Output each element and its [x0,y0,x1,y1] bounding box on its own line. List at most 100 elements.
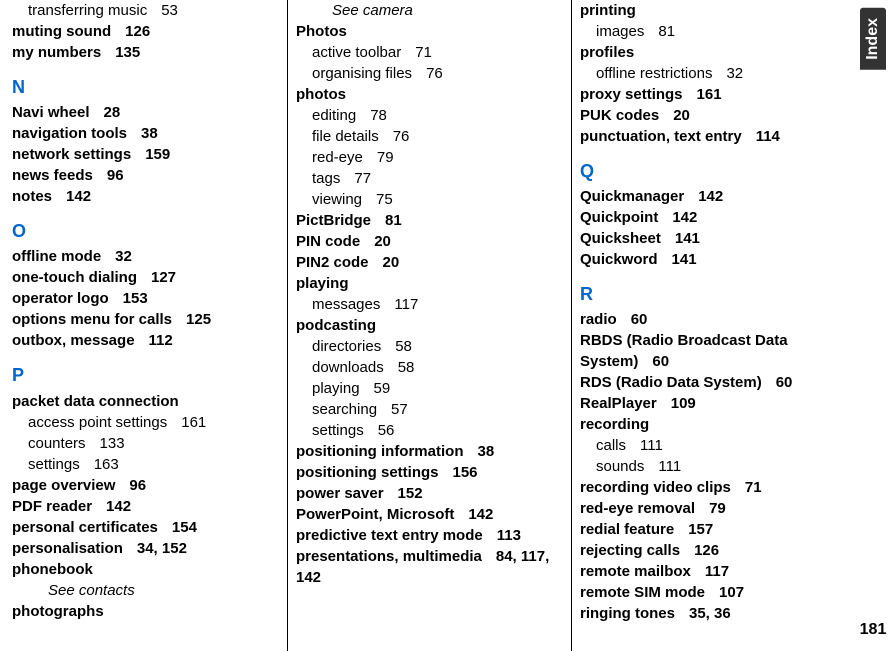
index-entry: photos [296,84,563,105]
index-entry: page overview96 [12,475,279,496]
entry-pages: 38 [127,125,158,142]
entry-text: sounds [596,458,644,475]
index-entry: my numbers135 [12,42,279,63]
index-entry: RDS (Radio Data System)60 [580,372,847,393]
entry-pages: 58 [384,359,415,376]
entry-pages: 81 [644,23,675,40]
entry-text: presentations, multimedia [296,548,482,565]
entry-pages: 133 [86,435,125,452]
entry-pages: 20 [369,254,400,271]
entry-text: searching [312,401,377,418]
entry-text: file details [312,128,379,145]
entry-text: network settings [12,146,131,163]
entry-pages: 20 [659,107,690,124]
entry-pages: 77 [340,170,371,187]
entry-text: predictive text entry mode [296,527,483,544]
entry-pages: 113 [483,527,521,544]
index-entry: file details76 [296,126,563,147]
entry-pages: 161 [683,86,722,103]
index-entry: profiles [580,42,847,63]
index-entry: organising files76 [296,63,563,84]
entry-text: packet data connection [12,393,179,410]
entry-text: editing [312,107,356,124]
entry-text: Quickpoint [580,209,658,226]
entry-text: ringing tones [580,605,675,622]
index-entry: PUK codes20 [580,105,847,126]
section-letter-Q: Q [580,159,847,184]
entry-text: photographs [12,603,104,620]
entry-text: notes [12,188,52,205]
index-entry: sounds111 [580,456,847,477]
entry-text: offline restrictions [596,65,712,82]
column-1: transferring music53 muting sound126 my … [4,0,288,651]
entry-text: PDF reader [12,498,92,515]
index-entry: settings56 [296,420,563,441]
index-entry: active toolbar71 [296,42,563,63]
entry-text: Photos [296,23,347,40]
index-entry: PIN code20 [296,231,563,252]
index-entry: viewing75 [296,189,563,210]
entry-text: recording video clips [580,479,731,496]
entry-pages: 135 [101,44,140,61]
index-entry: notes142 [12,186,279,207]
entry-pages: 125 [172,311,211,328]
entry-text: recording [580,416,649,433]
index-entry: outbox, message112 [12,330,279,351]
index-entry: photographs [12,601,279,622]
entry-text: access point settings [28,414,167,431]
entry-text: offline mode [12,248,101,265]
entry-text: PictBridge [296,212,371,229]
entry-text: positioning settings [296,464,439,481]
entry-pages: 79 [695,500,726,517]
entry-text: messages [312,296,380,313]
entry-text: tags [312,170,340,187]
sidebar: Index 181 [855,0,891,651]
index-entry: Quickword141 [580,249,847,270]
entry-pages: 109 [657,395,696,412]
entry-text: podcasting [296,317,376,334]
entry-pages: 142 [684,188,723,205]
index-entry: positioning information38 [296,441,563,462]
entry-pages: 32 [712,65,743,82]
entry-pages: 78 [356,107,387,124]
entry-pages: 112 [135,332,173,349]
index-entry: red-eye79 [296,147,563,168]
index-entry: recording [580,414,847,435]
entry-pages: 76 [412,65,443,82]
index-entry: predictive text entry mode113 [296,525,563,546]
entry-text: one-touch dialing [12,269,137,286]
index-entry: personal certificates154 [12,517,279,538]
entry-pages: 59 [360,380,391,397]
index-entry: PDF reader142 [12,496,279,517]
entry-text: muting sound [12,23,111,40]
index-entry: remote SIM mode107 [580,582,847,603]
entry-text: PIN2 code [296,254,369,271]
entry-pages: 126 [680,542,719,559]
index-entry: remote mailbox117 [580,561,847,582]
entry-text: Quickmanager [580,188,684,205]
index-entry: presentations, multimedia84, 117, 142 [296,546,563,588]
index-entry: playing [296,273,563,294]
entry-pages: 60 [762,374,793,391]
index-entry: Navi wheel28 [12,102,279,123]
section-letter-P: P [12,363,279,388]
entry-pages: 75 [362,191,393,208]
entry-text: remote mailbox [580,563,691,580]
index-entry: radio60 [580,309,847,330]
entry-text: active toolbar [312,44,401,61]
entry-text: profiles [580,44,634,61]
entry-pages: 142 [658,209,697,226]
entry-text: proxy settings [580,86,683,103]
entry-pages: 53 [147,2,178,19]
entry-text: phonebook [12,561,93,578]
index-entry: packet data connection [12,391,279,412]
index-entry: downloads58 [296,357,563,378]
entry-pages: 20 [360,233,391,250]
entry-pages: 126 [111,23,150,40]
index-entry: redial feature157 [580,519,847,540]
entry-pages: 76 [379,128,410,145]
index-entry: punctuation, text entry114 [580,126,847,147]
entry-pages: 107 [705,584,744,601]
entry-pages: 163 [80,456,119,473]
entry-text: playing [296,275,349,292]
